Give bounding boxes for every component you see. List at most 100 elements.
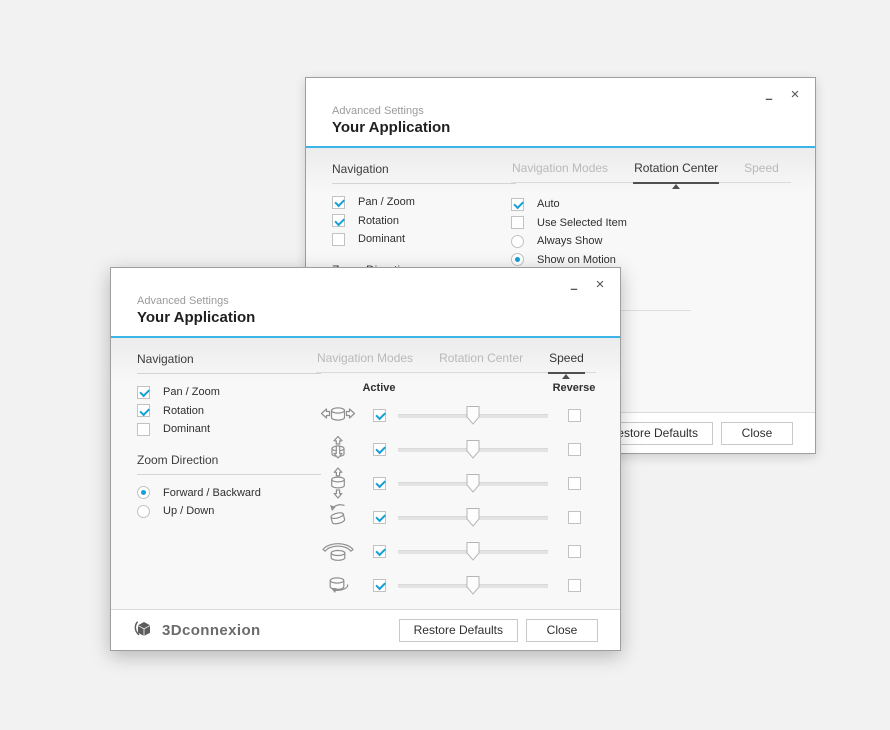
slider-thumb[interactable]	[467, 474, 480, 493]
speed-row-pan-left-right	[316, 398, 596, 432]
forward-backward-label: Forward / Backward	[163, 487, 261, 499]
show-on-motion-label: Show on Motion	[537, 254, 616, 266]
zoom-icon	[320, 435, 356, 463]
close-dialog-button[interactable]: Close	[526, 619, 598, 642]
up-down-radio[interactable]	[137, 505, 150, 518]
dominant-checkbox-row[interactable]: Dominant	[332, 230, 516, 249]
rotation-checkbox-row[interactable]: Rotation	[137, 402, 321, 421]
close-dialog-button[interactable]: Close	[721, 422, 793, 445]
speed-row-tilt	[316, 500, 596, 534]
pan-zoom-checkbox-row[interactable]: Pan / Zoom	[137, 383, 321, 402]
settings-tabs: Navigation Modes Rotation Center Speed	[511, 162, 791, 183]
reverse-checkbox[interactable]	[568, 409, 581, 422]
use-selected-item-option-row[interactable]: Use Selected Item	[511, 214, 791, 233]
navigation-section-label: Navigation	[332, 162, 516, 184]
close-button[interactable]: ×	[785, 84, 805, 104]
rotation-checkbox-row[interactable]: Rotation	[332, 212, 516, 231]
slider-thumb[interactable]	[467, 542, 480, 561]
window-header: Advanced Settings Your Application – ×	[306, 78, 815, 148]
speed-slider[interactable]	[398, 507, 548, 527]
window-footer: 3Dconnexion Restore Defaults Close	[111, 609, 620, 650]
window-controls: – ×	[759, 84, 805, 108]
reverse-column-header: Reverse	[553, 382, 596, 394]
rotation-checkbox[interactable]	[137, 404, 150, 417]
tab-rotation-center[interactable]: Rotation Center	[633, 162, 719, 184]
restore-defaults-button[interactable]: Restore Defaults	[399, 619, 518, 642]
speed-slider[interactable]	[398, 541, 548, 561]
use-selected-item-label: Use Selected Item	[537, 217, 627, 229]
speed-slider[interactable]	[398, 473, 548, 493]
forward-backward-radio[interactable]	[137, 486, 150, 499]
speed-column-headers: Active Reverse	[316, 382, 596, 394]
rotation-checkbox[interactable]	[332, 214, 345, 227]
dominant-label: Dominant	[358, 233, 405, 245]
application-title: Your Application	[332, 119, 450, 136]
brand-logo: 3Dconnexion	[133, 619, 261, 641]
active-column-header: Active	[362, 382, 395, 394]
tab-speed[interactable]: Speed	[743, 162, 780, 182]
forward-backward-radio-row[interactable]: Forward / Backward	[137, 484, 321, 503]
window-header: Advanced Settings Your Application – ×	[111, 268, 620, 338]
use-selected-item-checkbox[interactable]	[511, 216, 524, 229]
up-down-radio-row[interactable]: Up / Down	[137, 502, 321, 521]
active-checkbox[interactable]	[373, 579, 386, 592]
minimize-button[interactable]: –	[564, 274, 584, 298]
settings-tabs: Navigation Modes Rotation Center Speed	[316, 352, 596, 373]
speed-slider[interactable]	[398, 439, 548, 459]
active-checkbox[interactable]	[373, 511, 386, 524]
reverse-checkbox[interactable]	[568, 443, 581, 456]
dominant-checkbox[interactable]	[332, 233, 345, 246]
advanced-settings-dialog-front: Advanced Settings Your Application – × N…	[110, 267, 621, 651]
dominant-label: Dominant	[163, 423, 210, 435]
pan-zoom-checkbox[interactable]	[137, 386, 150, 399]
speed-row-zoom	[316, 432, 596, 466]
tab-rotation-center[interactable]: Rotation Center	[438, 352, 524, 372]
tab-navigation-modes[interactable]: Navigation Modes	[511, 162, 609, 182]
window-controls: – ×	[564, 274, 610, 298]
reverse-checkbox[interactable]	[568, 545, 581, 558]
speed-row-spin	[316, 568, 596, 602]
reverse-checkbox[interactable]	[568, 511, 581, 524]
rotation-label: Rotation	[358, 215, 399, 227]
pan-up-down-icon	[320, 467, 356, 499]
tab-speed[interactable]: Speed	[548, 352, 585, 374]
speed-row-roll	[316, 534, 596, 568]
pan-left-right-icon	[320, 401, 356, 429]
active-checkbox[interactable]	[373, 477, 386, 490]
slider-thumb[interactable]	[467, 440, 480, 459]
active-checkbox[interactable]	[373, 409, 386, 422]
reverse-checkbox[interactable]	[568, 477, 581, 490]
dialog-subtitle: Advanced Settings	[137, 295, 229, 307]
application-title: Your Application	[137, 309, 255, 326]
always-show-option-row[interactable]: Always Show	[511, 232, 791, 251]
always-show-radio[interactable]	[511, 235, 524, 248]
pan-zoom-label: Pan / Zoom	[358, 196, 415, 208]
auto-checkbox[interactable]	[511, 198, 524, 211]
pan-zoom-checkbox-row[interactable]: Pan / Zoom	[332, 193, 516, 212]
3dconnexion-cube-icon	[133, 619, 155, 641]
slider-thumb[interactable]	[467, 576, 480, 595]
active-checkbox[interactable]	[373, 443, 386, 456]
speed-slider[interactable]	[398, 575, 548, 595]
dominant-checkbox[interactable]	[137, 423, 150, 436]
always-show-label: Always Show	[537, 235, 602, 247]
show-on-motion-radio[interactable]	[511, 253, 524, 266]
tab-navigation-modes[interactable]: Navigation Modes	[316, 352, 414, 372]
minimize-button[interactable]: –	[759, 84, 779, 108]
dialog-subtitle: Advanced Settings	[332, 105, 424, 117]
window-body: Navigation Pan / Zoom Rotation Dominant …	[111, 338, 620, 608]
pan-zoom-checkbox[interactable]	[332, 196, 345, 209]
spin-icon	[320, 572, 356, 598]
brand-name: 3Dconnexion	[162, 622, 261, 639]
speed-slider[interactable]	[398, 405, 548, 425]
tilt-icon	[320, 502, 356, 532]
zoom-direction-section-label: Zoom Direction	[137, 453, 321, 475]
dominant-checkbox-row[interactable]: Dominant	[137, 420, 321, 439]
close-button[interactable]: ×	[590, 274, 610, 294]
auto-option-row[interactable]: Auto	[511, 195, 791, 214]
slider-thumb[interactable]	[467, 406, 480, 425]
pan-zoom-label: Pan / Zoom	[163, 386, 220, 398]
slider-thumb[interactable]	[467, 508, 480, 527]
active-checkbox[interactable]	[373, 545, 386, 558]
reverse-checkbox[interactable]	[568, 579, 581, 592]
